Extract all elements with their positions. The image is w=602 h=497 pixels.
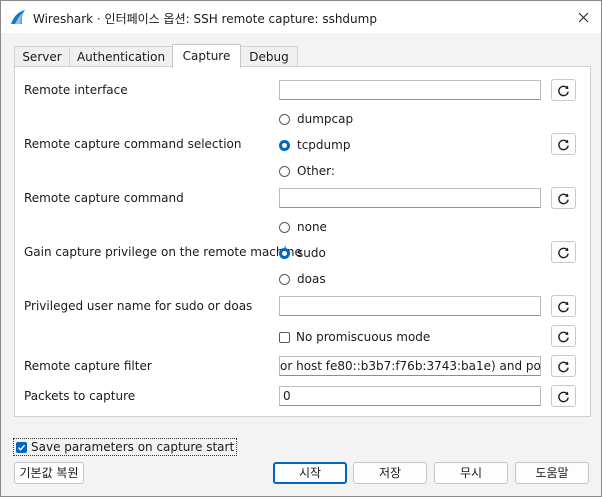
capture-filter-reset-button[interactable]: [551, 355, 576, 377]
radio-doas-label: doas: [297, 272, 326, 286]
restore-defaults-button[interactable]: 기본값 복원: [14, 462, 84, 484]
command-selection-label: Remote capture command selection: [24, 137, 242, 151]
wireshark-fin-icon: [11, 10, 25, 24]
radio-other-label: Other:: [297, 164, 335, 178]
priv-user-reset-button[interactable]: [551, 295, 576, 317]
capture-command-label: Remote capture command: [24, 191, 184, 205]
start-button[interactable]: 시작: [273, 462, 347, 484]
packets-reset-button[interactable]: [551, 385, 576, 407]
tab-authentication[interactable]: Authentication: [69, 46, 173, 68]
remote-interface-input[interactable]: [279, 80, 541, 100]
capture-command-input[interactable]: [279, 188, 541, 208]
radio-circle: [279, 273, 290, 285]
reset-icon: [558, 391, 569, 402]
tab-capture[interactable]: Capture: [172, 44, 241, 68]
reset-icon: [558, 85, 569, 96]
radio-dumpcap-label: dumpcap: [297, 112, 354, 126]
save-button[interactable]: 저장: [353, 462, 427, 484]
close-icon: [578, 12, 588, 22]
ignore-button[interactable]: 무시: [434, 462, 508, 484]
radio-tcpdump-label: tcpdump: [297, 138, 351, 152]
help-button[interactable]: 도움말: [515, 462, 589, 484]
radio-sudo[interactable]: sudo: [279, 246, 326, 260]
window-title: Wireshark · 인터페이스 옵션: SSH remote capture…: [33, 12, 377, 26]
no-promiscuous-reset-button[interactable]: [551, 325, 576, 347]
close-button[interactable]: [565, 1, 601, 33]
save-params-label: Save parameters on capture start: [31, 440, 235, 454]
radio-dumpcap[interactable]: dumpcap: [279, 112, 353, 126]
radio-circle: [279, 113, 290, 125]
reset-icon: [558, 193, 569, 204]
checkbox-box: [16, 441, 27, 453]
radio-sudo-label: sudo: [297, 246, 326, 260]
radio-circle: [279, 165, 290, 177]
radio-circle: [279, 221, 290, 233]
radio-circle: [279, 139, 290, 151]
packets-label: Packets to capture: [24, 389, 136, 403]
no-promiscuous-label: No promiscuous mode: [296, 330, 431, 344]
radio-circle: [279, 247, 290, 259]
radio-tcpdump[interactable]: tcpdump: [279, 138, 350, 152]
remote-interface-reset-button[interactable]: [551, 79, 576, 101]
capture-filter-input[interactable]: or host fe80::b3b7:f76b:3743:ba1e) and p…: [279, 356, 541, 376]
priv-user-label: Privileged user name for sudo or doas: [24, 299, 253, 313]
priv-user-input[interactable]: [279, 296, 541, 316]
capture-filter-label: Remote capture filter: [24, 359, 152, 373]
remote-interface-label: Remote interface: [24, 83, 128, 97]
radio-other[interactable]: Other:: [279, 164, 335, 178]
reset-icon: [558, 331, 569, 342]
reset-icon: [558, 247, 569, 258]
reset-icon: [558, 139, 569, 150]
reset-icon: [558, 361, 569, 372]
capture-command-reset-button[interactable]: [551, 187, 576, 209]
radio-doas[interactable]: doas: [279, 272, 326, 286]
checkmark-icon: [18, 444, 26, 451]
privilege-reset-button[interactable]: [551, 241, 576, 263]
reset-icon: [558, 301, 569, 312]
capture-tab-panel: Remote interface dumpcap Remote capture …: [14, 66, 591, 417]
tab-debug[interactable]: Debug: [240, 46, 298, 68]
save-params-checkbox[interactable]: Save parameters on capture start: [13, 438, 238, 456]
no-promiscuous-checkbox[interactable]: No promiscuous mode: [279, 330, 430, 344]
checkbox-box: [279, 331, 290, 343]
packets-input[interactable]: 0: [279, 386, 541, 406]
privilege-label: Gain capture privilege on the remote mac…: [24, 245, 302, 259]
radio-none[interactable]: none: [279, 220, 327, 234]
command-selection-reset-button[interactable]: [551, 133, 576, 155]
tab-server[interactable]: Server: [14, 46, 70, 68]
title-bar: Wireshark · 인터페이스 옵션: SSH remote capture…: [1, 1, 601, 33]
radio-none-label: none: [297, 220, 327, 234]
dialog-window: Wireshark · 인터페이스 옵션: SSH remote capture…: [0, 0, 602, 497]
